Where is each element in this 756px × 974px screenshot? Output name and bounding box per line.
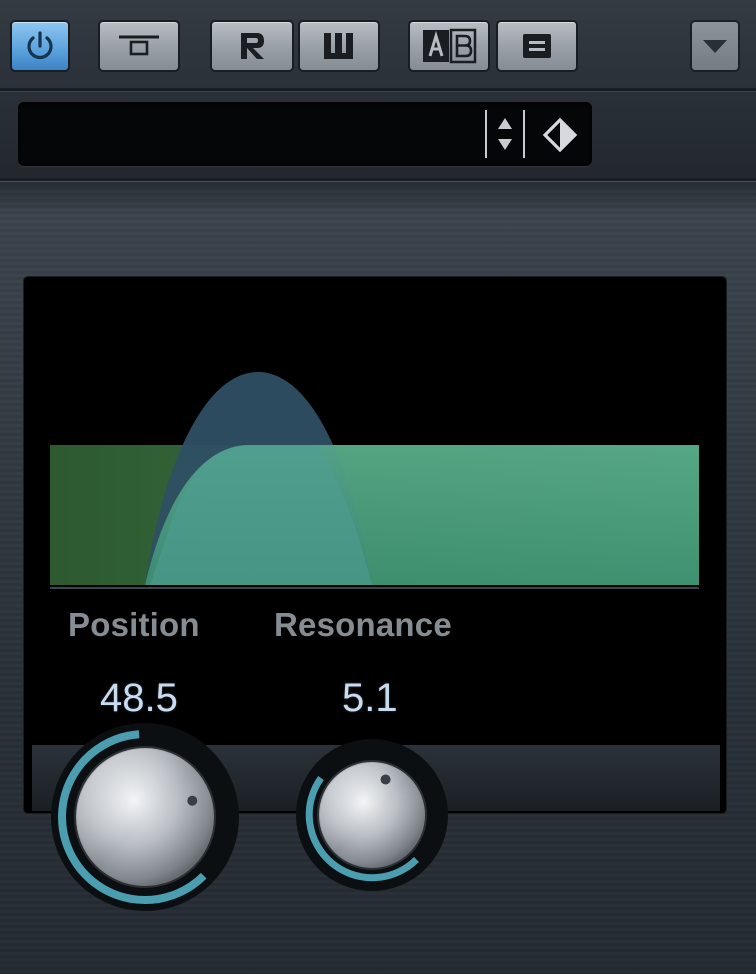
position-knob[interactable] bbox=[51, 723, 239, 911]
resonance-knob-indicator bbox=[380, 774, 391, 785]
plugin-window: Position Resonance 48.5 5.1 bbox=[0, 0, 756, 974]
position-knob-indicator bbox=[187, 795, 198, 806]
knobs-layer bbox=[51, 723, 448, 911]
resonance-knob[interactable] bbox=[296, 739, 448, 891]
